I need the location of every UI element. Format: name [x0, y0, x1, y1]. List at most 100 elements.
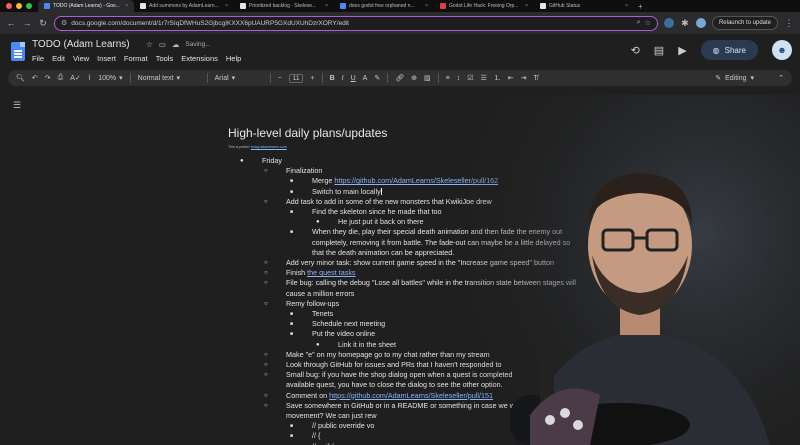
list-item[interactable]: movement? We can just rew	[264, 411, 377, 420]
document-outline-icon[interactable]: ☰	[13, 100, 21, 111]
browser-tab[interactable]: Godot Life Hack: Freeing Orp... ×	[434, 0, 534, 12]
bulleted-list-icon[interactable]: ☰	[480, 74, 486, 82]
style-select[interactable]: Normal text ▾	[138, 74, 200, 83]
reload-icon[interactable]: ↻	[38, 18, 48, 29]
maximize-window-button[interactable]	[26, 3, 32, 9]
italic-icon[interactable]: I	[342, 75, 344, 82]
menu-item-tools[interactable]: Tools	[156, 54, 174, 63]
decrease-font-icon[interactable]: −	[278, 75, 282, 82]
font-select[interactable]: Arial ▾	[215, 74, 263, 83]
increase-indent-icon[interactable]: ⇥	[521, 74, 527, 82]
add-comment-icon[interactable]: ⊕	[411, 74, 417, 82]
list-item[interactable]: ○ Finalization	[264, 166, 322, 176]
omnibox[interactable]: ⚙ docs.google.com/document/d/1r7rSIqDfWH…	[54, 15, 658, 31]
clear-formatting-icon[interactable]: T̸	[534, 75, 538, 82]
list-item[interactable]: ○ Comment on https://github.com/AdamLearn…	[264, 391, 493, 401]
hyperlink[interactable]: the quest tasks	[307, 268, 355, 277]
browser-tab[interactable]: Prioritized backlog · Skelese... ×	[234, 0, 334, 12]
image-icon[interactable]: ▨	[424, 74, 431, 82]
list-item[interactable]: ○ Add task to add in some of the new mons…	[264, 197, 492, 207]
bookmark-star-icon[interactable]: ☆	[645, 19, 651, 27]
star-icon[interactable]: ☆	[146, 40, 153, 49]
url-text[interactable]: docs.google.com/document/d/1r7rSIqDfWHuS…	[71, 20, 632, 27]
profile-avatar[interactable]	[695, 18, 706, 28]
close-window-button[interactable]	[6, 3, 12, 9]
list-item[interactable]: ○ Finish the quest tasks	[264, 268, 356, 278]
zoom-select[interactable]: 100% ▾	[98, 74, 122, 83]
bold-icon[interactable]: B	[330, 75, 335, 82]
browser-tab[interactable]: does godot free orphaned n... ×	[334, 0, 434, 12]
link-icon[interactable]: 🔗︎	[395, 74, 404, 82]
minimize-window-button[interactable]	[16, 3, 22, 9]
docs-logo-icon[interactable]	[11, 42, 25, 61]
list-item[interactable]: ■ Find the skeleton since he made that to…	[290, 207, 441, 217]
public-note-link[interactable]: today.adamlearns.com	[251, 145, 287, 149]
site-info-icon[interactable]: ⚙	[61, 19, 67, 27]
redo-icon[interactable]: ↷	[45, 74, 51, 82]
browser-tab[interactable]: TODO (Adam Learns) - Goo... ×	[38, 0, 134, 12]
text-color-icon[interactable]: A	[363, 75, 368, 82]
list-item[interactable]: that the death animation can be apprecia…	[290, 248, 454, 257]
document-title[interactable]: TODO (Adam Learns)	[32, 39, 130, 50]
menu-item-format[interactable]: Format	[124, 54, 148, 63]
menu-item-edit[interactable]: Edit	[52, 54, 65, 63]
close-tab-icon[interactable]: ×	[325, 3, 328, 9]
list-item[interactable]: ■ Switch to main locally	[290, 187, 382, 197]
checklist-icon[interactable]: ☑	[467, 74, 473, 82]
account-avatar[interactable]: ☻	[772, 40, 792, 60]
decrease-indent-icon[interactable]: ⇤	[508, 74, 514, 82]
move-folder-icon[interactable]: ▭	[159, 40, 166, 49]
list-item[interactable]: ○ Make "e" on my homepage go to my chat r…	[264, 350, 490, 360]
collapse-toolbar-icon[interactable]: ⌃	[778, 74, 784, 82]
list-item[interactable]: ● Friday	[240, 156, 282, 166]
list-item[interactable]: ● He just put it back on there	[316, 217, 424, 227]
undo-icon[interactable]: ↶	[32, 74, 38, 82]
new-tab-button[interactable]: +	[634, 2, 647, 11]
comments-icon[interactable]: ▤	[654, 44, 664, 57]
extension-icon[interactable]	[663, 18, 674, 28]
increase-font-icon[interactable]: +	[310, 75, 314, 82]
underline-icon[interactable]: U	[351, 75, 356, 82]
list-item[interactable]: ■ Merge https://github.com/AdamLearns/Ske…	[290, 176, 498, 186]
menu-item-help[interactable]: Help	[226, 54, 241, 63]
highlight-icon[interactable]: ✎	[374, 74, 380, 82]
menu-item-extensions[interactable]: Extensions	[181, 54, 218, 63]
hyperlink[interactable]: https://github.com/AdamLearns/Skeleselle…	[329, 391, 493, 400]
extensions-puzzle-icon[interactable]: ✱	[680, 18, 690, 29]
list-item[interactable]: ○ Remy follow-ups	[264, 299, 339, 309]
list-item[interactable]: ■// if (	[290, 442, 334, 445]
list-item[interactable]: ○ Look through GitHub for issues and PRs …	[264, 360, 502, 370]
browser-tab[interactable]: GitHub Status ×	[534, 0, 634, 12]
close-tab-icon[interactable]: ×	[525, 3, 528, 9]
editing-mode-select[interactable]: ✎ Editing ▾	[715, 74, 784, 83]
close-tab-icon[interactable]: ×	[625, 3, 628, 9]
spellcheck-icon[interactable]: A✓	[70, 74, 81, 82]
menu-item-file[interactable]: File	[32, 54, 44, 63]
close-tab-icon[interactable]: ×	[125, 3, 128, 9]
list-item[interactable]: ■ Schedule next meeting	[290, 319, 385, 329]
menu-item-view[interactable]: View	[73, 54, 89, 63]
line-spacing-icon[interactable]: ↕	[457, 75, 461, 82]
align-icon[interactable]: ≡	[446, 75, 450, 82]
share-button[interactable]: ◍ Share	[700, 40, 758, 60]
paint-format-icon[interactable]: ⌇	[88, 74, 91, 82]
relaunch-button[interactable]: Relaunch to update	[711, 16, 778, 30]
list-item[interactable]: ■ // {	[290, 431, 320, 441]
forward-icon[interactable]: →	[22, 18, 32, 28]
menu-item-insert[interactable]: Insert	[97, 54, 116, 63]
meet-icon[interactable]: ▶	[678, 44, 686, 57]
close-tab-icon[interactable]: ×	[225, 3, 228, 9]
list-item[interactable]: ■ Put the video online	[290, 329, 375, 339]
browser-menu-icon[interactable]: ⋮	[784, 18, 794, 29]
list-item[interactable]: ■ // public override vo	[290, 421, 374, 431]
browser-tab[interactable]: Add summons by AdamLearn... ×	[134, 0, 234, 12]
numbered-list-icon[interactable]: ⒈	[494, 73, 501, 83]
search-menus-icon[interactable]: 🔍︎	[16, 74, 25, 82]
list-item[interactable]: available quest, you have to close the d…	[264, 380, 503, 389]
list-item[interactable]: cause a million errors	[264, 289, 354, 298]
back-icon[interactable]: ←	[6, 18, 16, 28]
version-history-icon[interactable]: ⟲	[631, 44, 640, 57]
close-tab-icon[interactable]: ×	[425, 3, 428, 9]
print-icon[interactable]: ⎙	[58, 74, 64, 82]
zoom-icon[interactable]: ⌕	[637, 19, 641, 27]
